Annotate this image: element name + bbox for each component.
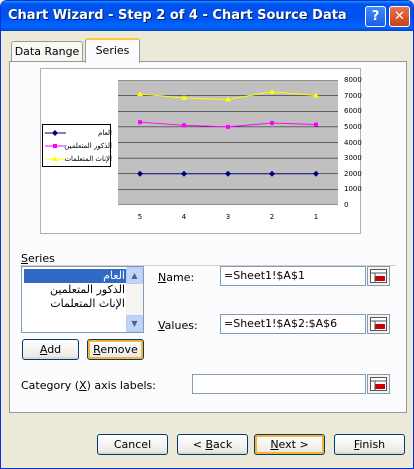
x-tick-label: 4 — [181, 213, 187, 221]
series-listbox[interactable]: العام الذكور المتعلمين الإناث المتعلمات … — [21, 266, 144, 333]
legend-entry: الإناث المتعلمات — [44, 153, 112, 165]
x-tick-label: 2 — [269, 213, 275, 221]
legend-label: الإناث المتعلمات — [64, 155, 112, 163]
collapse-dialog-button[interactable] — [367, 266, 390, 286]
add-series-button[interactable]: Add — [22, 339, 79, 360]
list-item[interactable]: الإناث المتعلمات — [24, 297, 127, 311]
back-button[interactable]: < Back — [177, 434, 248, 455]
chart-legend: العام الذكور المتعلمين الإناث المتعلمات — [42, 124, 112, 167]
chart-wizard-dialog: Chart Wizard - Step 2 of 4 - Chart Sourc… — [0, 0, 414, 469]
list-item[interactable]: العام — [24, 269, 127, 283]
window-title: Chart Wizard - Step 2 of 4 - Chart Sourc… — [8, 8, 347, 23]
name-input[interactable]: =Sheet1!$A$1 — [220, 266, 366, 286]
x-tick-label: 1 — [313, 213, 319, 221]
scroll-up-icon[interactable]: ▲ — [126, 267, 143, 284]
name-label: Name: — [158, 271, 195, 284]
help-button[interactable]: ? — [365, 6, 386, 27]
series-group-label: Series — [21, 252, 57, 265]
close-button[interactable]: ✕ — [389, 6, 410, 27]
next-button[interactable]: Next > — [254, 434, 325, 455]
y-tick-label: 5000 — [344, 122, 362, 131]
range-select-icon — [370, 377, 387, 391]
x-tick-label: 5 — [137, 213, 143, 221]
y-tick-label: 0 — [344, 201, 349, 209]
y-tick-label: 8000 — [344, 76, 362, 84]
data-point — [138, 120, 142, 125]
cancel-button[interactable]: Cancel — [97, 434, 168, 455]
finish-button[interactable]: Finish — [334, 434, 405, 455]
y-tick-label: 7000 — [344, 91, 362, 100]
category-input[interactable] — [192, 374, 366, 394]
y-tick-label: 1000 — [344, 185, 362, 194]
y-tick-label: 6000 — [344, 107, 362, 116]
data-point — [270, 120, 274, 125]
title-bar: Chart Wizard - Step 2 of 4 - Chart Sourc… — [1, 1, 413, 31]
legend-label: العام — [98, 129, 112, 137]
x-tick-label: 3 — [225, 213, 231, 221]
values-input[interactable]: =Sheet1!$A$2:$A$6 — [220, 314, 366, 334]
range-select-icon — [370, 317, 387, 331]
data-point — [314, 122, 318, 127]
values-label: Values: — [158, 319, 198, 332]
legend-marker-diamond — [45, 130, 66, 136]
legend-label: الذكور المتعلمين — [64, 142, 112, 150]
y-tick-label: 3000 — [344, 154, 362, 163]
list-scrollbar[interactable]: ▲ ▼ — [126, 267, 143, 332]
legend-entry: الذكور المتعلمين — [44, 140, 112, 152]
data-point — [182, 123, 186, 128]
range-select-icon — [370, 269, 387, 283]
data-point — [226, 124, 230, 129]
tab-data-range[interactable]: Data Range — [11, 41, 83, 62]
legend-entry: العام — [44, 127, 112, 139]
remove-series-button[interactable]: Remove — [87, 339, 144, 360]
category-label: Category (X) axis labels: — [21, 379, 156, 392]
y-tick-label: 2000 — [344, 169, 362, 178]
tab-series[interactable]: Series — [85, 38, 140, 63]
y-tick-label: 4000 — [344, 138, 362, 147]
collapse-dialog-button[interactable] — [367, 314, 390, 334]
plot-area — [118, 80, 338, 205]
scroll-down-icon[interactable]: ▼ — [126, 315, 143, 332]
collapse-dialog-button[interactable] — [367, 374, 390, 394]
list-item[interactable]: الذكور المتعلمين — [24, 283, 127, 297]
